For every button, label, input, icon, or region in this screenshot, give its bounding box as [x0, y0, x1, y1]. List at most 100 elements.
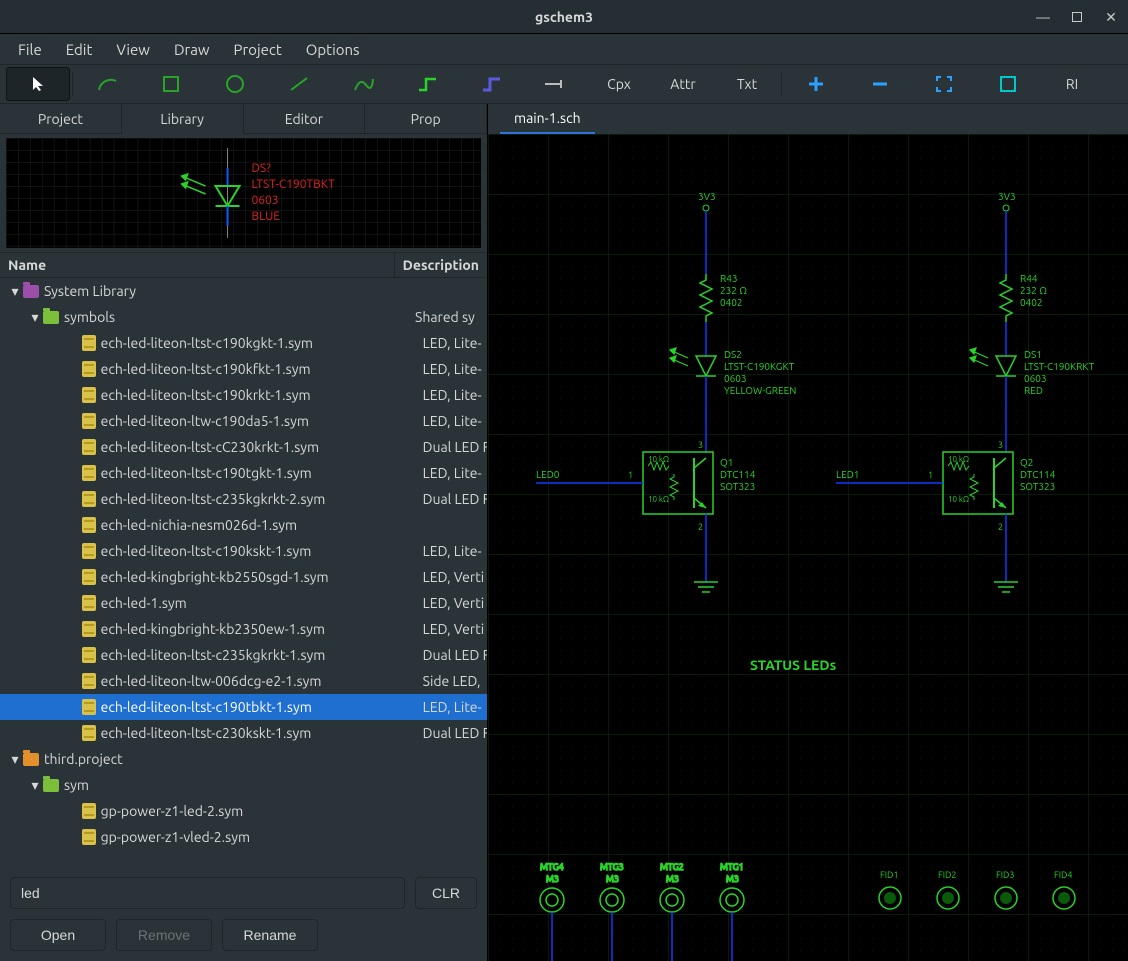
folder-green-icon: [42, 309, 60, 325]
svg-text:YELLOW-GREEN: YELLOW-GREEN: [724, 385, 796, 396]
svg-text:DS2: DS2: [724, 349, 742, 360]
svg-text:3V3: 3V3: [698, 191, 716, 202]
tree-row[interactable]: ech-led-nichia-nesm026d-1.sym: [0, 512, 487, 538]
menu-draw[interactable]: Draw: [164, 37, 220, 62]
file-sym-icon: [81, 439, 97, 455]
tree-row[interactable]: ▾sym: [0, 772, 487, 798]
tree-item-desc: Shared sy: [403, 309, 487, 325]
open-button[interactable]: Open: [10, 919, 106, 951]
tool-attribute[interactable]: Attr: [651, 67, 715, 101]
rename-button[interactable]: Rename: [222, 919, 318, 951]
tree-row[interactable]: ech-led-kingbright-kb2550sgd-1.symLED, V…: [0, 564, 487, 590]
tree-item-label: ech-led-liteon-ltst-c190tbkt-1.sym: [101, 699, 411, 715]
menubar: File Edit View Draw Project Options: [0, 34, 1128, 64]
zoom-out-icon[interactable]: [848, 67, 912, 101]
menu-options[interactable]: Options: [296, 37, 370, 62]
tree-item-label: ech-led-liteon-ltst-c190kfkt-1.sym: [101, 361, 411, 377]
tree-row[interactable]: gp-power-z1-led-2.sym: [0, 798, 487, 824]
svg-text:DTC114: DTC114: [720, 469, 756, 480]
tree-row[interactable]: ech-led-liteon-ltst-c235kgkrkt-2.symDual…: [0, 486, 487, 512]
zoom-in-icon[interactable]: [784, 67, 848, 101]
search-input[interactable]: [10, 877, 405, 909]
tool-complex[interactable]: Cpx: [587, 67, 651, 101]
column-description[interactable]: Description: [395, 253, 487, 277]
tree-row[interactable]: ech-led-liteon-ltst-c190krkt-1.symLED, L…: [0, 382, 487, 408]
tree-row[interactable]: ech-led-liteon-ltst-c190kfkt-1.symLED, L…: [0, 356, 487, 382]
close-icon[interactable]: ✕: [1104, 9, 1118, 26]
column-name[interactable]: Name: [0, 253, 395, 277]
tree-row[interactable]: ▾symbolsShared sy: [0, 304, 487, 330]
chevron-down-icon[interactable]: ▾: [28, 309, 42, 326]
maximize-icon[interactable]: [1072, 12, 1082, 22]
svg-text:2: 2: [998, 522, 1003, 532]
svg-text:RED: RED: [1024, 385, 1043, 396]
tree-item-label: ech-led-liteon-ltst-c235kgkrkt-1.sym: [101, 647, 411, 663]
tree-row[interactable]: ech-led-liteon-ltst-c190kgkt-1.symLED, L…: [0, 330, 487, 356]
symbol-preview: DS? LTST-C190TBKT 0603 BLUE: [6, 138, 481, 248]
tree-item-label: ech-led-kingbright-kb2550sgd-1.sym: [101, 569, 411, 585]
file-sym-icon: [81, 335, 97, 351]
tab-project[interactable]: Project: [0, 104, 122, 134]
chevron-down-icon[interactable]: ▾: [28, 777, 42, 794]
tree-row[interactable]: ech-led-liteon-ltst-c190kskt-1.symLED, L…: [0, 538, 487, 564]
tree-row[interactable]: ech-led-1.symLED, Verti: [0, 590, 487, 616]
minimize-icon[interactable]: —: [1036, 9, 1050, 25]
tool-arc[interactable]: [75, 67, 139, 101]
chevron-down-icon[interactable]: ▾: [8, 283, 22, 300]
tree-item-label: ech-led-liteon-ltw-c190da5-1.sym: [101, 413, 411, 429]
tree-header: Name Description: [0, 252, 487, 278]
tree-row[interactable]: ech-led-liteon-ltw-006dcg-e2-1.symSide L…: [0, 668, 487, 694]
file-sym-icon: [81, 569, 97, 585]
tree-item-label: ech-led-nichia-nesm026d-1.sym: [101, 517, 411, 533]
tool-circle[interactable]: [203, 67, 267, 101]
tree-row[interactable]: ▾third.project: [0, 746, 487, 772]
menu-edit[interactable]: Edit: [56, 37, 103, 62]
tree-item-label: ech-led-liteon-ltst-c190tgkt-1.sym: [101, 465, 411, 481]
svg-text:FID4: FID4: [1054, 870, 1072, 880]
tree-item-label: ech-led-liteon-ltst-c235kgkrkt-2.sym: [101, 491, 411, 507]
svg-text:LTST-C190KRKT: LTST-C190KRKT: [1024, 361, 1095, 372]
file-sym-icon: [81, 621, 97, 637]
tree-row[interactable]: ech-led-kingbright-kb2350ew-1.symLED, Ve…: [0, 616, 487, 642]
tool-bus[interactable]: [459, 67, 523, 101]
tree-row[interactable]: ech-led-liteon-ltw-c190da5-1.symLED, Lit…: [0, 408, 487, 434]
menu-file[interactable]: File: [8, 37, 52, 62]
tab-editor[interactable]: Editor: [244, 104, 366, 134]
chevron-down-icon[interactable]: ▾: [8, 751, 22, 768]
tree-row[interactable]: ech-led-liteon-ltst-cC230krkt-1.symDual …: [0, 434, 487, 460]
clear-button[interactable]: CLR: [415, 877, 477, 909]
tab-library[interactable]: Library: [122, 104, 244, 134]
doc-tab-main[interactable]: main-1.sch: [500, 104, 595, 134]
menu-project[interactable]: Project: [224, 37, 292, 62]
tree-row[interactable]: ech-led-liteon-ltst-c190tbkt-1.symLED, L…: [0, 694, 487, 720]
library-tree[interactable]: ▾System Library▾symbolsShared syech-led-…: [0, 278, 487, 867]
tree-row[interactable]: gp-power-z1-vled-2.sym: [0, 824, 487, 850]
zoom-extents-icon[interactable]: [912, 67, 976, 101]
tool-ri[interactable]: RI: [1040, 67, 1104, 101]
svg-text:M3: M3: [606, 874, 619, 884]
svg-text:MTG2: MTG2: [660, 862, 684, 872]
tool-path[interactable]: [331, 67, 395, 101]
tool-line[interactable]: [267, 67, 331, 101]
tool-net[interactable]: [395, 67, 459, 101]
menu-view[interactable]: View: [106, 37, 160, 62]
tool-select[interactable]: [6, 67, 70, 101]
folder-green-icon: [42, 777, 60, 793]
file-sym-icon: [81, 699, 97, 715]
tree-row[interactable]: ech-led-liteon-ltst-c190tgkt-1.symLED, L…: [0, 460, 487, 486]
tool-pin[interactable]: [523, 67, 587, 101]
schematic-canvas[interactable]: 3V3 R43 232 Ω 0402 DS2: [488, 134, 1128, 961]
tree-item-label: ech-led-liteon-ltst-c190kgkt-1.sym: [101, 335, 411, 351]
tool-text[interactable]: Txt: [715, 67, 779, 101]
tree-row[interactable]: ▾System Library: [0, 278, 487, 304]
file-sym-icon: [81, 803, 97, 819]
tree-row[interactable]: ech-led-liteon-ltst-c235kgkrkt-1.symDual…: [0, 642, 487, 668]
tree-row[interactable]: ech-led-liteon-ltst-c230kskt-1.symDual L…: [0, 720, 487, 746]
svg-text:BLUE: BLUE: [251, 210, 280, 223]
file-sym-icon: [81, 491, 97, 507]
zoom-box-icon[interactable]: [976, 67, 1040, 101]
svg-text:0402: 0402: [1020, 297, 1043, 308]
tool-box[interactable]: [139, 67, 203, 101]
tab-prop[interactable]: Prop: [365, 104, 487, 134]
svg-text:10 kΩ: 10 kΩ: [648, 495, 669, 504]
